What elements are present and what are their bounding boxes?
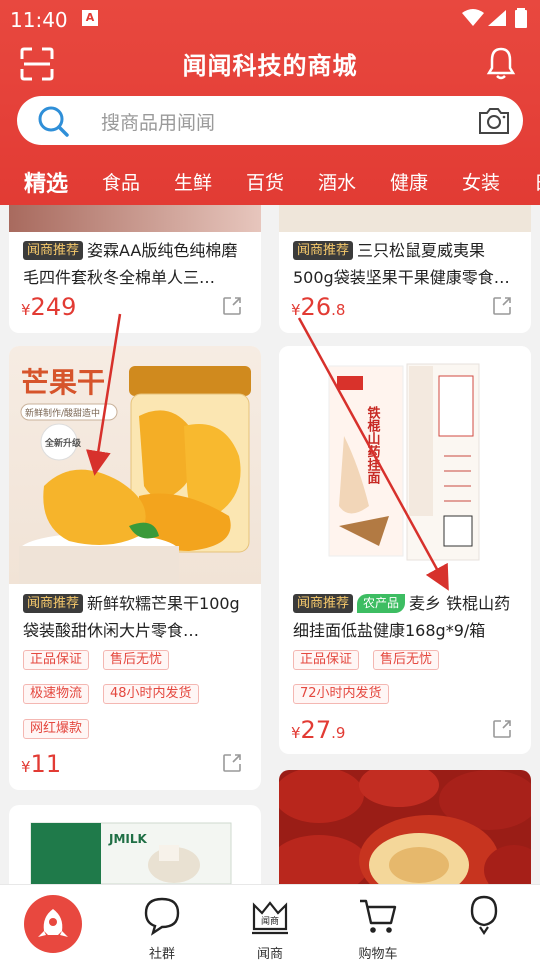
chat-bubble-icon [144,897,180,936]
nav-community-label: 社群 [148,947,175,960]
product-card[interactable]: 芒果干 新鲜制作/酸甜造中 全新升级 闻商推荐 新鲜软糯芒果干100g袋装酸甜休闲… [9,346,261,790]
tab-more[interactable]: 日 [534,168,540,195]
badge: 极速物流 [23,684,90,704]
svg-text:芒果干: 芒果干 [21,366,105,399]
tab-health[interactable]: 健康 [390,168,428,195]
nav-cart[interactable]: 购物车 [338,893,418,960]
wifi-icon [462,9,484,26]
product-price: ¥11 [21,750,62,778]
tab-fresh[interactable]: 生鲜 [174,168,212,195]
bottom-nav: 社群 闻商 闻商 购物车 [0,884,540,960]
nav-profile[interactable] [444,893,524,941]
tab-drinks[interactable]: 酒水 [318,168,356,195]
farm-tag: 农产品 [357,594,406,613]
product-card[interactable]: JMILK [9,805,261,884]
recommend-tag: 闻商推荐 [293,594,354,613]
signal-icon [488,10,506,26]
share-icon[interactable] [221,752,243,774]
svg-text:铁棍山药挂面: 铁棍山药挂面 [365,405,382,485]
tab-women[interactable]: 女装 [462,168,500,195]
badge: 72小时内发货 [293,684,389,704]
badge: 正品保证 [23,650,90,670]
page-title: 闻闻科技的商城 [182,52,358,80]
badge: 网红爆款 [23,719,90,739]
product-card[interactable]: 闻商推荐 姿霖AA版纯色纯棉磨毛四件套秋冬全棉单人三… ¥249 [9,205,261,333]
nav-community[interactable]: 社群 [122,893,202,960]
recommend-tag: 闻商推荐 [293,241,354,260]
header: 11:40 A 闻闻科技的商城 搜商品用闻闻 精选 食品 生鲜 百货 酒水 健康… [0,0,540,205]
nav-wenshang[interactable]: 闻商 闻商 [230,893,310,960]
svg-text:全新升级: 全新升级 [44,437,82,449]
svg-text:JMILK: JMILK [108,832,148,846]
product-price: ¥26.8 [291,293,346,321]
category-tabs: 精选 食品 生鲜 百货 酒水 健康 女装 日 [0,160,540,204]
noodle-package-image: 铁棍山药挂面 [328,363,480,561]
search-bar[interactable]: 搜商品用闻闻 [17,96,523,145]
badge: 售后无忧 [103,650,170,670]
tab-general[interactable]: 百货 [246,168,284,195]
product-title: 闻商推荐 新鲜软糯芒果干100g袋装酸甜休闲大片零食… [23,594,240,640]
red-dates-image [279,770,531,884]
crown-icon: 闻商 [252,901,288,935]
tab-featured[interactable]: 精选 [24,166,68,198]
cart-icon [360,899,397,933]
nav-home-button[interactable] [24,895,82,953]
product-title: 闻商推荐 农产品 麦乡 铁棍山药细挂面低盐健康168g*9/箱 [293,594,511,640]
bell-icon[interactable] [486,46,516,80]
title-bar: 闻闻科技的商城 [0,40,540,90]
badge: 售后无忧 [373,650,440,670]
battery-icon [515,8,527,28]
recommend-tag: 闻商推荐 [23,241,84,260]
profile-icon [470,895,498,935]
share-icon[interactable] [221,295,243,317]
product-image: 铁棍山药挂面 [279,346,531,584]
product-image [279,205,531,232]
rocket-icon [38,909,68,937]
tab-food[interactable]: 食品 [102,168,140,195]
svg-text:新鲜制作/酸甜造中: 新鲜制作/酸甜造中 [25,407,100,419]
product-price: ¥249 [21,293,77,321]
product-image [9,205,261,232]
status-time: 11:40 [10,8,68,32]
notification-icon: A [82,10,98,26]
product-title: 闻商推荐 三只松鼠夏威夷果500g袋装坚果干果健康零食… [293,241,510,287]
search-icon [38,106,69,137]
camera-icon[interactable] [477,106,511,136]
nav-wenshang-label: 闻商 [256,947,283,960]
nav-cart-label: 购物车 [358,947,398,960]
product-card[interactable]: 闻商推荐 三只松鼠夏威夷果500g袋装坚果干果健康零食… ¥26.8 [279,205,531,333]
badge: 正品保证 [293,650,360,670]
svg-text:闻商: 闻商 [261,915,279,927]
product-image: 芒果干 新鲜制作/酸甜造中 全新升级 [9,346,261,584]
product-card[interactable] [279,770,531,884]
product-title: 闻商推荐 姿霖AA版纯色纯棉磨毛四件套秋冬全棉单人三… [23,241,238,287]
share-icon[interactable] [491,718,513,740]
product-price: ¥27.9 [291,716,346,744]
search-input[interactable]: 搜商品用闻闻 [101,108,215,135]
milk-image: JMILK [30,822,232,884]
recommend-tag: 闻商推荐 [23,594,84,613]
mango-image: 芒果干 新鲜制作/酸甜造中 全新升级 [19,366,251,584]
status-bar: 11:40 A [0,0,540,38]
product-card[interactable]: 铁棍山药挂面 闻商推荐 农产品 麦乡 铁棍山药细挂面低盐健康168g*9/箱 正品保… [279,346,531,754]
share-icon[interactable] [491,295,513,317]
badge: 48小时内发货 [103,684,199,704]
